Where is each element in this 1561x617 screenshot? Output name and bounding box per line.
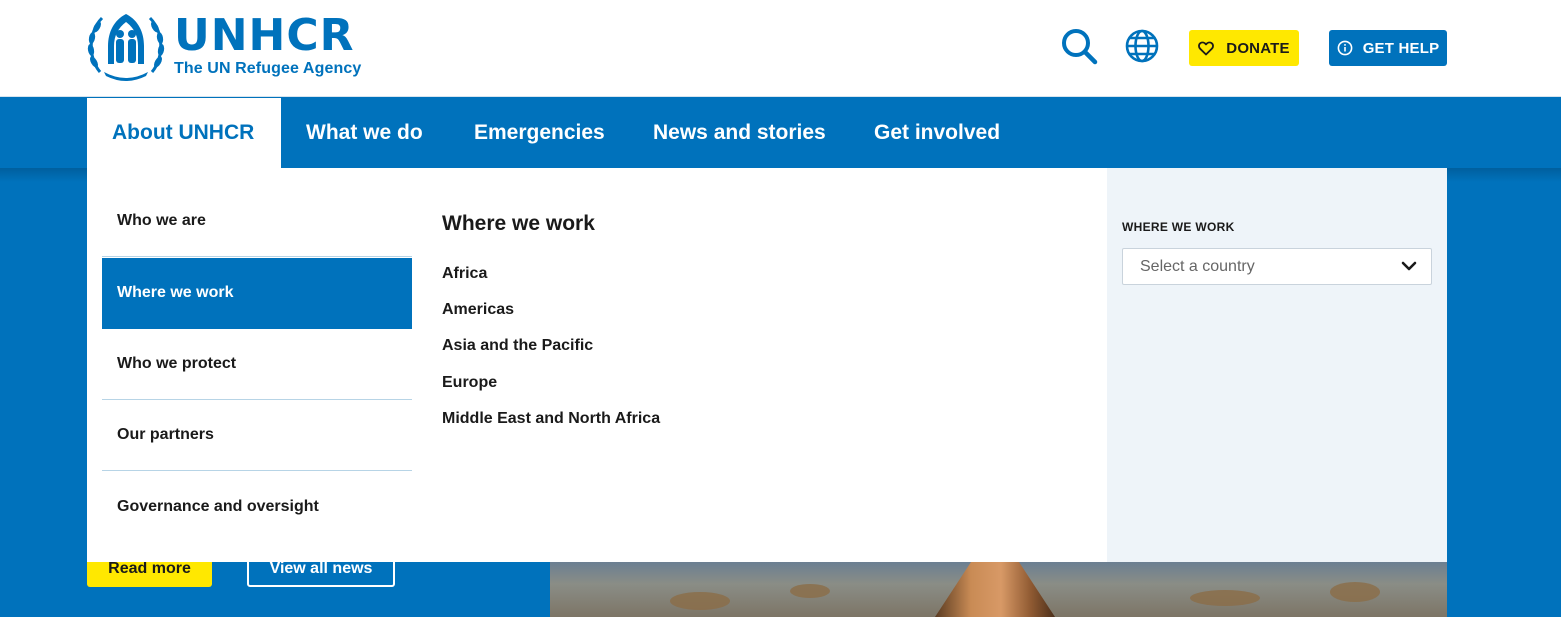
nav-item-what-we-do[interactable]: What we do (306, 98, 423, 168)
submenu-item-where-we-work[interactable]: Where we work (102, 258, 412, 329)
region-link-mena[interactable]: Middle East and North Africa (442, 410, 660, 428)
hero-bush (670, 592, 730, 610)
language-button[interactable] (1124, 28, 1160, 64)
submenu-item-our-partners[interactable]: Our partners (102, 400, 412, 471)
region-link-africa[interactable]: Africa (442, 265, 487, 283)
logo-name: UNHCR (174, 10, 355, 61)
info-icon (1337, 40, 1353, 56)
nav-item-emergencies[interactable]: Emergencies (474, 98, 605, 168)
country-select-placeholder: Select a country (1140, 257, 1255, 275)
hero-bush (1190, 590, 1260, 606)
submenu-item-who-we-protect[interactable]: Who we protect (102, 329, 412, 400)
chevron-down-icon (1401, 261, 1417, 271)
hero-bush (1330, 582, 1380, 602)
search-icon (1062, 29, 1098, 65)
site-header: UNHCR The UN Refugee Agency DONATE GET H… (0, 0, 1561, 97)
donate-button[interactable]: DONATE (1189, 30, 1299, 66)
nav-item-about-unhcr[interactable]: About UNHCR (87, 98, 281, 168)
country-selector-label: WHERE WE WORK (1122, 220, 1235, 234)
globe-icon (1125, 29, 1159, 63)
mega-menu-panel: Who we are Where we work Who we protect … (87, 168, 1447, 562)
hero-bush (790, 584, 830, 598)
heart-icon (1198, 41, 1215, 55)
get-help-button[interactable]: GET HELP (1329, 30, 1447, 66)
search-button[interactable] (1060, 27, 1098, 65)
country-selector-panel: WHERE WE WORK Select a country (1107, 168, 1447, 562)
donate-label: DONATE (1226, 39, 1290, 57)
unhcr-logo[interactable]: UNHCR The UN Refugee Agency (86, 10, 361, 82)
hero-road (935, 562, 1055, 617)
get-help-label: GET HELP (1362, 39, 1440, 57)
submenu-item-who-we-are[interactable]: Who we are (102, 186, 412, 257)
unhcr-emblem-icon (87, 14, 165, 81)
submenu-item-governance-and-oversight[interactable]: Governance and oversight (102, 471, 412, 542)
region-link-europe[interactable]: Europe (442, 374, 497, 392)
main-navigation: About UNHCR What we do Emergencies News … (0, 98, 1561, 168)
nav-item-news-and-stories[interactable]: News and stories (653, 98, 826, 168)
region-link-americas[interactable]: Americas (442, 301, 514, 319)
section-title: Where we work (442, 212, 595, 235)
logo-tagline: The UN Refugee Agency (174, 60, 362, 77)
country-select[interactable]: Select a country (1122, 248, 1432, 285)
nav-item-get-involved[interactable]: Get involved (874, 98, 1000, 168)
logo-text: UNHCR The UN Refugee Agency (174, 14, 361, 78)
hero-image (550, 562, 1447, 617)
region-link-asia-pacific[interactable]: Asia and the Pacific (442, 337, 593, 355)
